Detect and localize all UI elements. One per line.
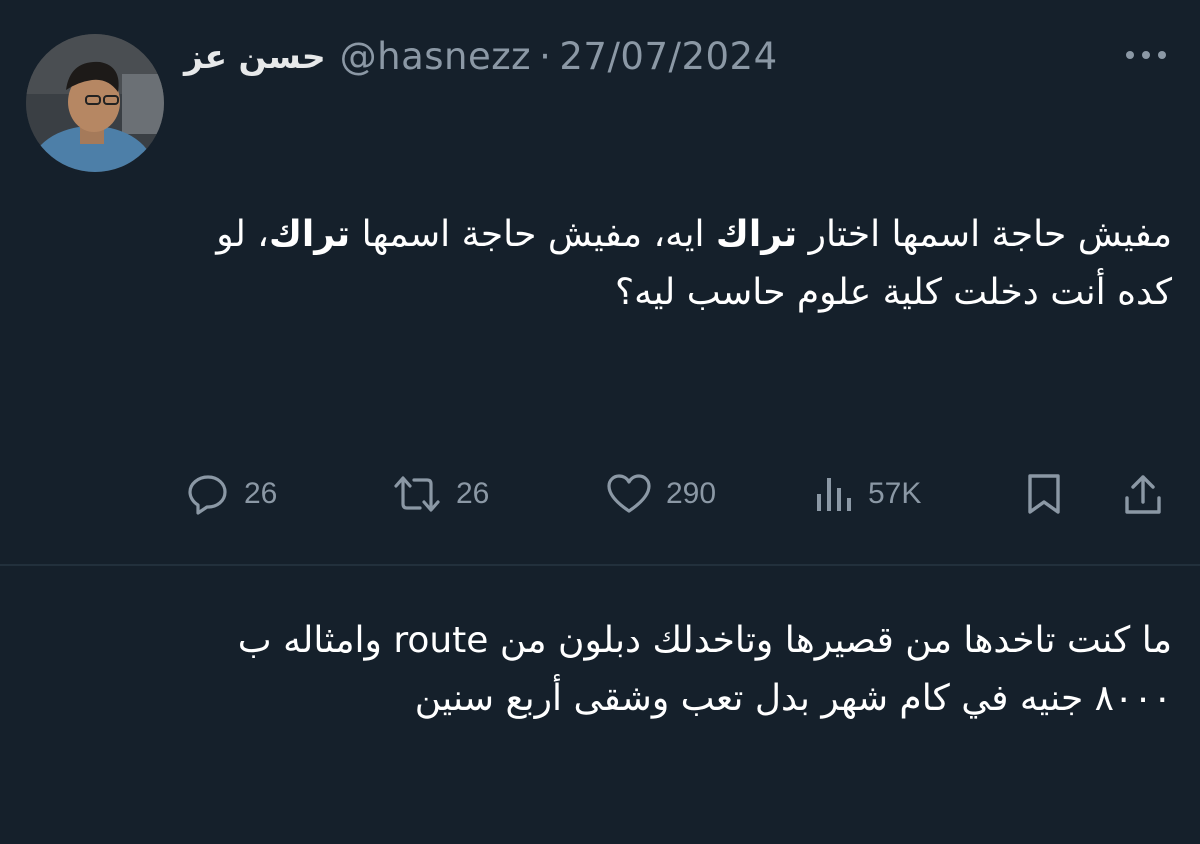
bookmark-button[interactable] [1024, 472, 1064, 516]
avatar[interactable] [26, 34, 164, 172]
more-options-button[interactable] [1122, 40, 1170, 70]
tweet: حسن عز @hasnezz · 27/07/2024 مفيش حاجة ا… [0, 0, 1200, 719]
retweet-icon [394, 476, 440, 512]
share-icon [1125, 475, 1161, 514]
heart-icon [607, 474, 651, 513]
views-count: 57K [868, 477, 922, 510]
avatar-photo [26, 34, 164, 172]
more-horizontal-icon [1126, 51, 1166, 59]
tweet-date[interactable]: 27/07/2024 [559, 35, 777, 78]
reply-button[interactable]: 26 [186, 472, 277, 516]
like-count: 290 [666, 477, 717, 510]
action-bar: 26 26 290 57K [0, 466, 1200, 522]
bold-word-2: تراك [268, 214, 351, 255]
reply-count: 26 [244, 477, 278, 510]
separator-dot: · [539, 34, 552, 78]
retweet-count: 26 [456, 477, 490, 510]
tweet-paragraph-2: ما كنت تاخدها من قصيرها وتاخدلك دبلون من… [226, 620, 1172, 719]
views-button[interactable]: 57K [814, 472, 921, 516]
tweet-paragraph-1: مفيش حاجة اسمها اختار تراك ايه، مفيش حاج… [192, 206, 1172, 322]
bold-word-1: تراك [715, 214, 798, 255]
display-name[interactable]: حسن عز [184, 37, 326, 76]
text-part-2: ايه، مفيش حاجة اسمها [350, 214, 716, 255]
tweet-header: حسن عز @hasnezz · 27/07/2024 [184, 30, 778, 82]
user-handle[interactable]: @hasnezz [340, 35, 531, 78]
retweet-button[interactable]: 26 [392, 472, 489, 516]
like-button[interactable]: 290 [606, 472, 716, 516]
views-icon [817, 478, 851, 511]
reply-icon [188, 475, 227, 515]
bookmark-icon [1028, 474, 1060, 514]
text-part-1: مفيش حاجة اسمها اختار [797, 214, 1172, 255]
share-button[interactable] [1122, 472, 1164, 516]
